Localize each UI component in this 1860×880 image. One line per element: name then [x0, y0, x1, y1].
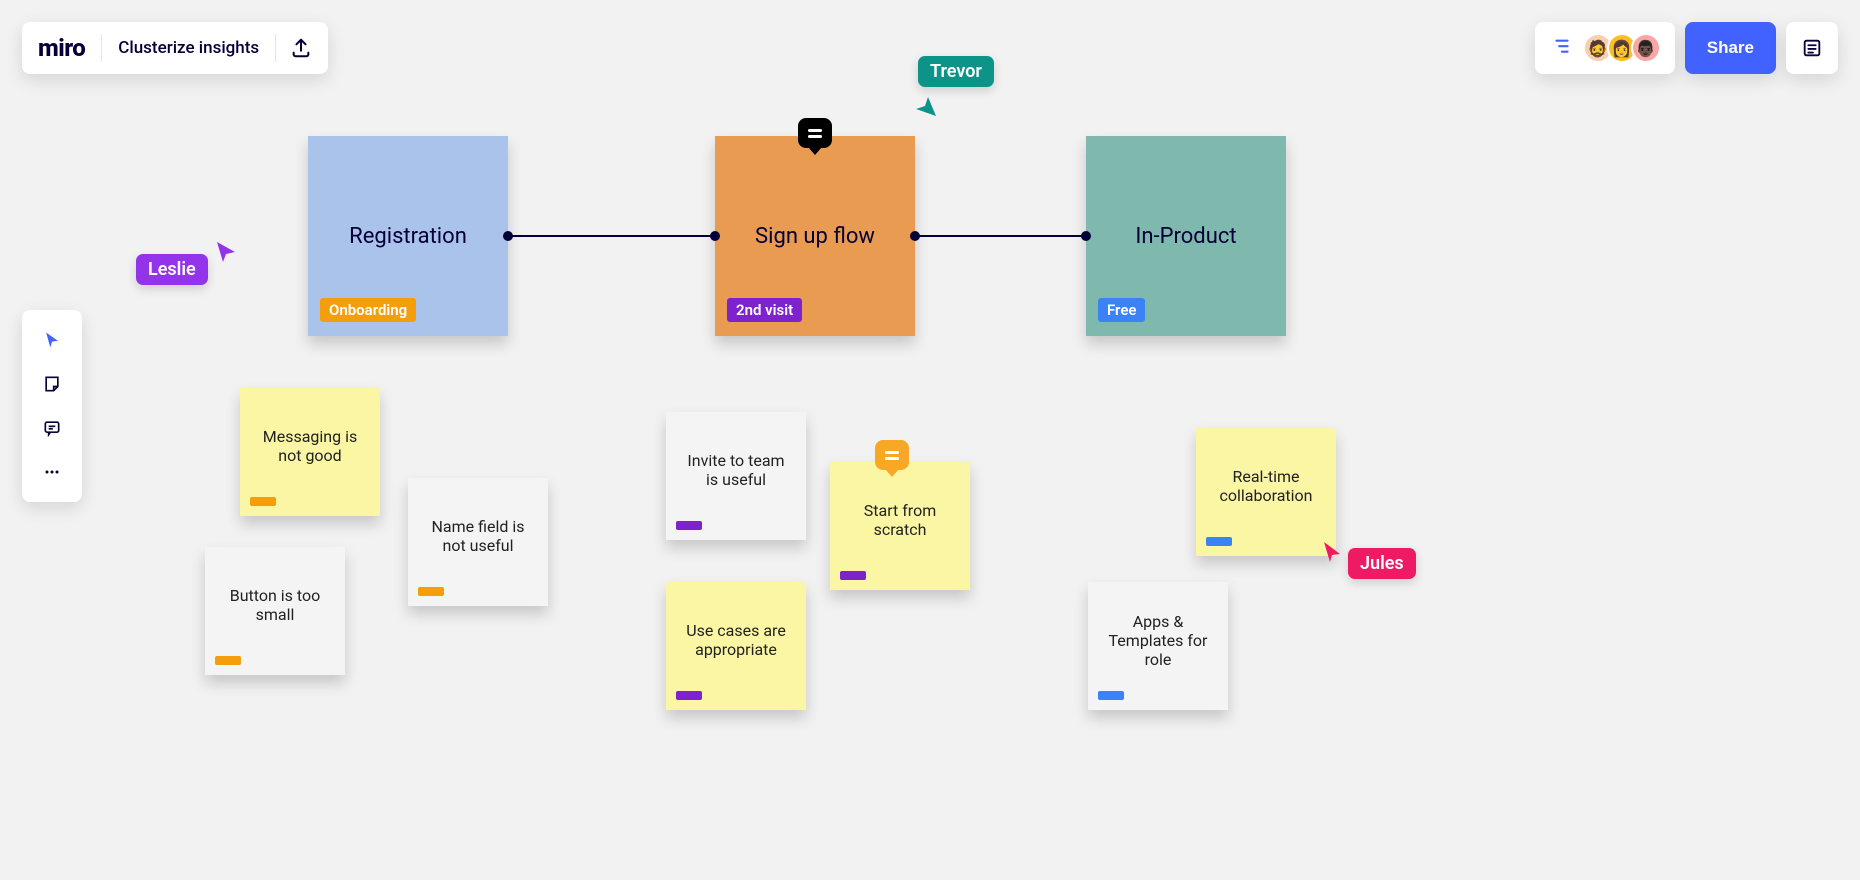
note-chip — [676, 521, 702, 530]
card-tag: Free — [1098, 298, 1145, 322]
connector-dot[interactable] — [710, 231, 720, 241]
share-button[interactable]: Share — [1685, 22, 1776, 74]
sticky-note-icon — [42, 374, 62, 394]
connector-dot[interactable] — [1081, 231, 1091, 241]
app-logo[interactable]: miro — [38, 34, 101, 62]
card-tag: 2nd visit — [727, 298, 802, 322]
cursor-icon — [1320, 540, 1344, 564]
card-tag: Onboarding — [320, 298, 416, 322]
note-text: Name field is not useful — [422, 517, 534, 555]
note-text: Messaging is not good — [254, 427, 366, 465]
note-text: Invite to team is useful — [680, 451, 792, 489]
presence-label: Trevor — [918, 56, 994, 87]
more-icon — [42, 462, 62, 482]
cursor-icon — [42, 330, 62, 350]
cursor-icon — [914, 95, 938, 119]
collaborators-card: 🧔 👩 👨🏿 — [1535, 22, 1675, 74]
presence-cursor-trevor: Trevor — [918, 56, 994, 119]
comment-glyph-icon — [808, 129, 822, 138]
facilitation-icon — [1551, 37, 1573, 59]
board-title[interactable]: Clusterize insights — [102, 38, 275, 58]
card-signup-flow[interactable]: Sign up flow 2nd visit — [715, 136, 915, 336]
cursor-icon — [214, 240, 238, 264]
avatar-stack[interactable]: 🧔 👩 👨🏿 — [1579, 33, 1665, 63]
note-text: Real-time collaboration — [1210, 467, 1322, 505]
note-chip — [1098, 691, 1124, 700]
card-title: In-Product — [1135, 224, 1236, 249]
presence-label: Leslie — [136, 254, 208, 285]
top-right-controls: 🧔 👩 👨🏿 Share — [1535, 22, 1838, 74]
sticky-note[interactable]: Start from scratch — [830, 462, 970, 590]
note-chip — [1206, 537, 1232, 546]
connector-dot[interactable] — [503, 231, 513, 241]
avatar: 👨🏿 — [1631, 33, 1661, 63]
board-canvas[interactable]: Registration Onboarding Sign up flow 2nd… — [0, 0, 1860, 880]
sticky-note[interactable]: Invite to team is useful — [666, 412, 806, 540]
sticky-note[interactable]: Name field is not useful — [408, 478, 548, 606]
note-chip — [418, 587, 444, 596]
comment-bubble-icon[interactable] — [798, 118, 832, 148]
note-chip — [840, 571, 866, 580]
list-icon — [1801, 37, 1823, 59]
connector-line — [915, 235, 1087, 237]
card-registration[interactable]: Registration Onboarding — [308, 136, 508, 336]
more-tools[interactable] — [30, 450, 74, 494]
presence-label: Jules — [1348, 548, 1416, 579]
note-text: Button is too small — [219, 586, 331, 624]
comment-bubble-icon[interactable] — [875, 440, 909, 470]
sticky-note[interactable]: Real-time collaboration — [1196, 428, 1336, 556]
sticky-note[interactable]: Button is too small — [205, 547, 345, 675]
facilitation-button[interactable] — [1545, 31, 1579, 65]
presence-cursor-jules: Jules — [1320, 548, 1416, 579]
sticky-note[interactable]: Apps & Templates for role — [1088, 582, 1228, 710]
activity-button[interactable] — [1786, 22, 1838, 74]
comment-icon — [42, 418, 62, 438]
sticky-note[interactable]: Use cases are appropriate — [666, 582, 806, 710]
sticky-note[interactable]: Messaging is not good — [240, 388, 380, 516]
presence-cursor-leslie: Leslie — [136, 254, 236, 285]
card-in-product[interactable]: In-Product Free — [1086, 136, 1286, 336]
board-header: miro Clusterize insights — [22, 22, 328, 74]
connector-line — [508, 235, 716, 237]
sticky-note-tool[interactable] — [30, 362, 74, 406]
comment-tool[interactable] — [30, 406, 74, 450]
upload-icon — [290, 37, 312, 59]
note-chip — [215, 656, 241, 665]
tool-rail — [22, 310, 82, 502]
note-chip — [250, 497, 276, 506]
export-button[interactable] — [276, 37, 312, 59]
select-tool[interactable] — [30, 318, 74, 362]
connector-dot[interactable] — [910, 231, 920, 241]
card-title: Sign up flow — [755, 224, 875, 249]
note-text: Apps & Templates for role — [1102, 612, 1214, 669]
note-text: Start from scratch — [844, 501, 956, 539]
note-chip — [676, 691, 702, 700]
note-text: Use cases are appropriate — [680, 621, 792, 659]
card-title: Registration — [349, 224, 467, 249]
comment-glyph-icon — [885, 451, 899, 460]
